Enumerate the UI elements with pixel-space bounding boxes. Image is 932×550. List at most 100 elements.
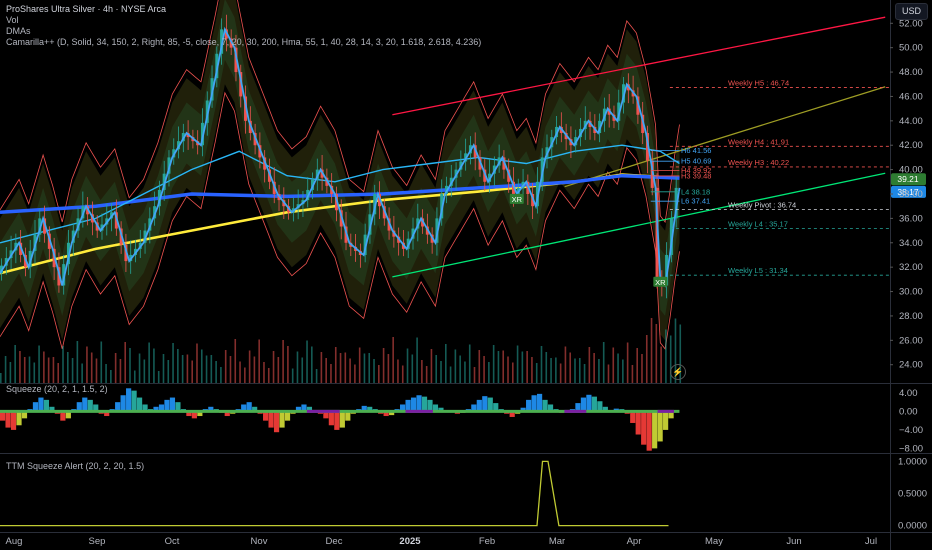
x-axis-label: Jul bbox=[865, 536, 877, 547]
volume-bar bbox=[19, 351, 21, 383]
volume-bar bbox=[354, 364, 356, 383]
volume-bar bbox=[665, 329, 667, 383]
volume-bar bbox=[282, 340, 284, 383]
volume-bar bbox=[291, 368, 294, 383]
squeeze-bar bbox=[580, 397, 587, 412]
volume-bar bbox=[119, 359, 122, 383]
weekly-pivot-label: Weekly Pivot : 36.74 bbox=[728, 200, 796, 209]
squeeze-bar bbox=[591, 396, 597, 412]
volume-bar bbox=[521, 351, 524, 383]
volume-bar bbox=[129, 348, 131, 383]
ttm-y-tick-label: 0.0000 bbox=[898, 521, 927, 532]
symbol-title[interactable]: ProShares Ultra Silver · 4h · NYSE Arca bbox=[6, 4, 481, 15]
volume-bar bbox=[555, 357, 557, 383]
squeeze-bar bbox=[476, 399, 482, 412]
squeeze-bar bbox=[82, 397, 88, 412]
volume-bar bbox=[473, 367, 476, 383]
volume-bar bbox=[344, 352, 347, 383]
squeeze-bar bbox=[279, 411, 285, 428]
volume-bar bbox=[502, 350, 505, 383]
volume-bar bbox=[588, 347, 591, 383]
volume-bar bbox=[196, 343, 198, 383]
dmas-indicator-label[interactable]: DMAs bbox=[6, 26, 481, 37]
volume-bar bbox=[143, 359, 146, 383]
camarilla-indicator-label[interactable]: Camarilla++ (D, Solid, 34, 150, 2, Right… bbox=[6, 37, 481, 48]
volume-bar bbox=[110, 370, 112, 383]
ttm-pane-title[interactable]: TTM Squeeze Alert (20, 2, 20, 1.5) bbox=[6, 461, 144, 472]
volume-bar bbox=[181, 355, 184, 383]
x-axis-label: 2025 bbox=[399, 536, 421, 547]
y-tick-label: 30.00 bbox=[899, 287, 923, 298]
volume-bar bbox=[421, 360, 423, 383]
volume-bar bbox=[602, 342, 605, 383]
x-axis-label: Aug bbox=[6, 536, 23, 547]
y-tick-label: 24.00 bbox=[899, 360, 923, 371]
volume-bar bbox=[459, 355, 461, 383]
squeeze-bar bbox=[87, 399, 93, 412]
volume-bar bbox=[550, 358, 552, 383]
squeeze-pane-title[interactable]: Squeeze (20, 2, 1, 1.5, 2) bbox=[6, 384, 108, 395]
volume-bar bbox=[660, 346, 662, 383]
volume-bar bbox=[9, 362, 12, 383]
squeeze-bar bbox=[328, 411, 334, 426]
volume-bar bbox=[229, 356, 232, 383]
volume-bar bbox=[148, 342, 150, 383]
squeeze-bar bbox=[652, 411, 658, 449]
y-tick-label: 26.00 bbox=[899, 335, 923, 346]
squeeze-bar bbox=[641, 411, 647, 445]
squeeze-y-tick-label: 4.00 bbox=[899, 388, 918, 399]
volume-bar bbox=[430, 349, 433, 383]
volume-bar bbox=[28, 356, 31, 383]
volume-bar bbox=[545, 352, 548, 383]
volume-bar bbox=[445, 344, 447, 383]
squeeze-bar bbox=[131, 390, 137, 412]
y-tick-label: 36.00 bbox=[899, 213, 923, 224]
y-tick-label: 40.00 bbox=[899, 165, 923, 176]
volume-bar bbox=[162, 354, 165, 383]
squeeze-y-tick-label: −8.00 bbox=[899, 443, 923, 454]
squeeze-bar bbox=[164, 399, 170, 412]
volume-bar bbox=[387, 354, 390, 383]
volume-bar bbox=[224, 350, 227, 383]
volume-bar bbox=[454, 349, 457, 383]
volume-bar bbox=[52, 357, 55, 383]
squeeze-bar bbox=[169, 397, 176, 412]
x-axis-label: Nov bbox=[251, 536, 268, 547]
volume-bar bbox=[4, 356, 7, 383]
volume-bar bbox=[526, 351, 528, 383]
volume-bar bbox=[76, 341, 79, 383]
squeeze-bar bbox=[334, 411, 340, 430]
volume-bar bbox=[559, 363, 562, 383]
volume-bar bbox=[296, 351, 299, 383]
volume-bar bbox=[382, 348, 385, 383]
volume-bar bbox=[311, 346, 313, 383]
volume-bar bbox=[511, 362, 514, 383]
volume-bar bbox=[57, 363, 60, 383]
weekly-pivot-label: Weekly H3 : 40.22 bbox=[728, 158, 789, 167]
y-tick-label: 34.00 bbox=[899, 238, 923, 249]
volume-indicator-label[interactable]: Vol bbox=[6, 15, 481, 26]
daily-level-label: H3 39.48 bbox=[681, 171, 711, 180]
volume-bar bbox=[205, 355, 208, 383]
volume-bar bbox=[464, 361, 466, 383]
weekly-pivot-label: Weekly L4 : 35.17 bbox=[728, 220, 788, 229]
volume-bar bbox=[306, 340, 308, 383]
squeeze-bar bbox=[542, 399, 548, 412]
squeeze-bar bbox=[5, 411, 11, 428]
squeeze-bar bbox=[126, 388, 132, 412]
volume-bar bbox=[540, 346, 543, 383]
ttm-y-tick-label: 0.5000 bbox=[898, 489, 927, 500]
currency-button[interactable]: USD bbox=[895, 3, 928, 20]
squeeze-bar bbox=[416, 395, 422, 412]
volume-bar bbox=[483, 356, 485, 383]
volume-bar bbox=[62, 346, 64, 383]
daily-level-label: H5 40.69 bbox=[681, 157, 711, 166]
volume-bar bbox=[339, 353, 342, 383]
squeeze-bar bbox=[526, 399, 532, 412]
volume-bar bbox=[66, 352, 69, 383]
squeeze-bar bbox=[531, 395, 537, 412]
volume-bar bbox=[488, 362, 490, 383]
volume-bar bbox=[277, 357, 280, 383]
volume-bar bbox=[86, 346, 88, 383]
lightning-icon[interactable]: ⚡ bbox=[670, 364, 686, 380]
